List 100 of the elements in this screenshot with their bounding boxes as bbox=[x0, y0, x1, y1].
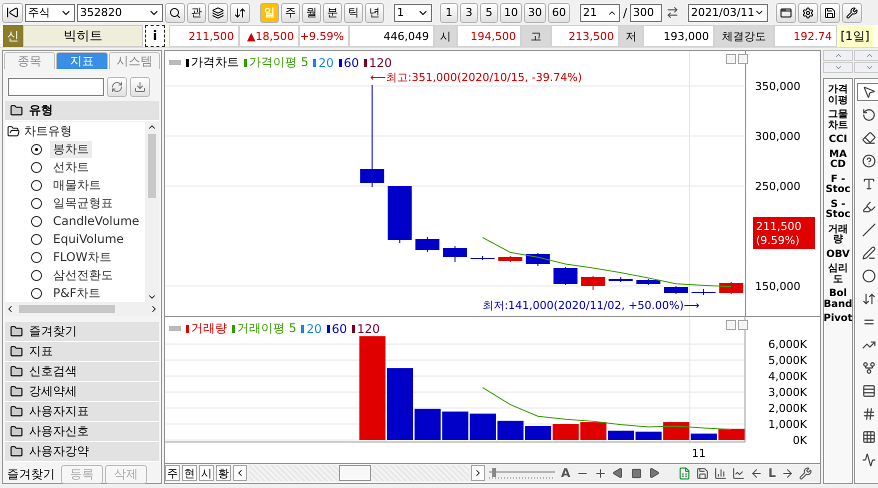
radio-button[interactable] bbox=[31, 270, 42, 280]
save-icon[interactable] bbox=[694, 465, 710, 481]
candlestick bbox=[470, 256, 495, 260]
chart-type-option[interactable]: EquiVolume bbox=[50, 232, 127, 246]
scroll-thumb[interactable] bbox=[19, 305, 115, 313]
radio-button[interactable] bbox=[31, 252, 42, 262]
folder-item[interactable]: 사용자강약 bbox=[5, 442, 159, 462]
folder-item[interactable]: 신호검색 bbox=[5, 362, 159, 382]
indicator-button[interactable]: CCI bbox=[828, 135, 848, 146]
folder-item[interactable]: 사용자신호 bbox=[5, 422, 159, 442]
section-header[interactable]: 유형 bbox=[5, 101, 159, 121]
folder-item[interactable]: 강세약세 bbox=[5, 382, 159, 402]
code-combo[interactable]: 352820 bbox=[77, 4, 163, 22]
period-tab[interactable]: 틱 bbox=[344, 2, 363, 22]
radio-button[interactable] bbox=[31, 180, 42, 190]
axis-label: 11 bbox=[692, 447, 706, 460]
folder-item[interactable]: 사용자지표 bbox=[5, 402, 159, 422]
window-button[interactable] bbox=[776, 2, 796, 22]
search-button[interactable] bbox=[165, 2, 185, 22]
tree-node[interactable]: 차트유형 bbox=[5, 122, 145, 140]
wrench-icon[interactable] bbox=[798, 465, 814, 481]
view-button[interactable]: 현 bbox=[182, 465, 197, 481]
spin-button[interactable] bbox=[230, 2, 250, 22]
text-size-button[interactable]: A bbox=[559, 465, 572, 481]
scrollbar[interactable] bbox=[249, 465, 469, 481]
watch-button[interactable]: 관 bbox=[187, 2, 206, 22]
indicator-button[interactable]: MA CD bbox=[829, 150, 847, 170]
candlestick bbox=[581, 276, 606, 290]
scroll-thumb[interactable] bbox=[148, 134, 156, 198]
date-select[interactable]: 2021/03/11 bbox=[688, 4, 768, 22]
interval-button[interactable]: 60 bbox=[548, 2, 570, 22]
interval-button[interactable]: 10 bbox=[500, 2, 522, 22]
indicator-button[interactable]: F - Stoc bbox=[826, 174, 850, 196]
grip-icon[interactable] bbox=[169, 60, 181, 65]
line-chart-icon[interactable] bbox=[730, 465, 746, 481]
chart-type-option[interactable]: 삼선전환도 bbox=[50, 266, 116, 284]
scroll-thumb[interactable] bbox=[339, 465, 371, 481]
layers-button[interactable] bbox=[208, 2, 228, 22]
chart-type-option[interactable]: 일목균형표 bbox=[50, 194, 116, 212]
interval-button[interactable]: 1 bbox=[440, 2, 458, 22]
chart-type-option[interactable]: 매물차트 bbox=[50, 176, 104, 194]
volume-bar bbox=[497, 420, 524, 440]
line-button[interactable]: L bbox=[766, 465, 778, 481]
refresh-button[interactable] bbox=[107, 77, 127, 97]
period-tab[interactable]: 분 bbox=[323, 2, 342, 22]
view-button[interactable]: 황 bbox=[216, 465, 231, 481]
folder-item[interactable]: 지표 bbox=[5, 342, 159, 362]
radio-button[interactable] bbox=[31, 234, 42, 244]
indicator-button[interactable]: 그물 차트 bbox=[828, 110, 848, 131]
chart-type-option[interactable]: 선차트 bbox=[50, 158, 92, 176]
period-tag: [1일] bbox=[837, 25, 873, 47]
folder-icon bbox=[10, 445, 23, 458]
view-button[interactable]: 시 bbox=[199, 465, 214, 481]
bar-chart-icon[interactable] bbox=[712, 465, 728, 481]
view-button[interactable]: 주 bbox=[165, 465, 180, 481]
zoom-slider[interactable] bbox=[487, 466, 557, 480]
search-field[interactable] bbox=[8, 78, 104, 96]
info-button[interactable]: i bbox=[145, 25, 165, 47]
indicator-button[interactable]: Bol Band bbox=[824, 289, 852, 310]
radio-button[interactable] bbox=[31, 216, 42, 226]
indicator-button[interactable]: S - Stoc bbox=[826, 200, 850, 220]
grip-icon[interactable] bbox=[169, 326, 181, 331]
chart-type-option[interactable]: CandleVolume bbox=[50, 214, 142, 228]
current-price-tag bbox=[753, 217, 815, 249]
folder-item[interactable]: 즐겨찾기 bbox=[5, 322, 159, 342]
indicator-button[interactable]: 거래 량 bbox=[828, 224, 848, 246]
download-button[interactable] bbox=[130, 77, 150, 97]
market-select[interactable]: 주식 bbox=[25, 4, 75, 22]
candlestick bbox=[553, 266, 578, 286]
period-tab[interactable]: 월 bbox=[302, 2, 321, 22]
period-tab[interactable]: 년 bbox=[365, 2, 384, 22]
settings-button[interactable] bbox=[798, 2, 818, 22]
interval-select[interactable]: 1 bbox=[394, 4, 432, 22]
scroll-right-button[interactable] bbox=[471, 465, 485, 481]
interval-button[interactable]: 3 bbox=[460, 2, 478, 22]
indicator-button[interactable]: OBV bbox=[826, 250, 850, 260]
save-button[interactable] bbox=[820, 2, 840, 22]
separator-text: / bbox=[622, 6, 628, 20]
chart-type-option[interactable]: FLOW차트 bbox=[50, 248, 114, 266]
interval-button[interactable]: 5 bbox=[480, 2, 498, 22]
horizontal-scrollbar[interactable] bbox=[5, 302, 159, 316]
radio-button[interactable] bbox=[31, 288, 42, 298]
period-tab[interactable]: 주 bbox=[281, 2, 300, 22]
radio-button[interactable] bbox=[31, 162, 42, 172]
chart-type-option[interactable]: P&F차트 bbox=[50, 284, 104, 302]
scroll-left-button[interactable] bbox=[233, 465, 247, 481]
tools-button[interactable] bbox=[842, 2, 862, 22]
chart-type-option[interactable]: 봉차트 bbox=[50, 140, 92, 158]
interval-button[interactable]: 30 bbox=[524, 2, 546, 22]
radio-button[interactable] bbox=[31, 144, 42, 154]
candlestick bbox=[415, 236, 440, 252]
indicator-button[interactable]: 가격 이평 bbox=[828, 85, 848, 106]
total-field[interactable]: 300 bbox=[630, 4, 662, 22]
vertical-scrollbar[interactable] bbox=[145, 122, 159, 302]
indicator-button[interactable]: Pivot bbox=[824, 314, 852, 324]
count-spinner[interactable]: 21 bbox=[580, 4, 620, 22]
pointer-tool[interactable] bbox=[857, 83, 878, 101]
back-button[interactable] bbox=[2, 2, 23, 22]
indicator-button[interactable]: 심리 도 bbox=[828, 264, 848, 285]
radio-button[interactable] bbox=[31, 198, 42, 208]
